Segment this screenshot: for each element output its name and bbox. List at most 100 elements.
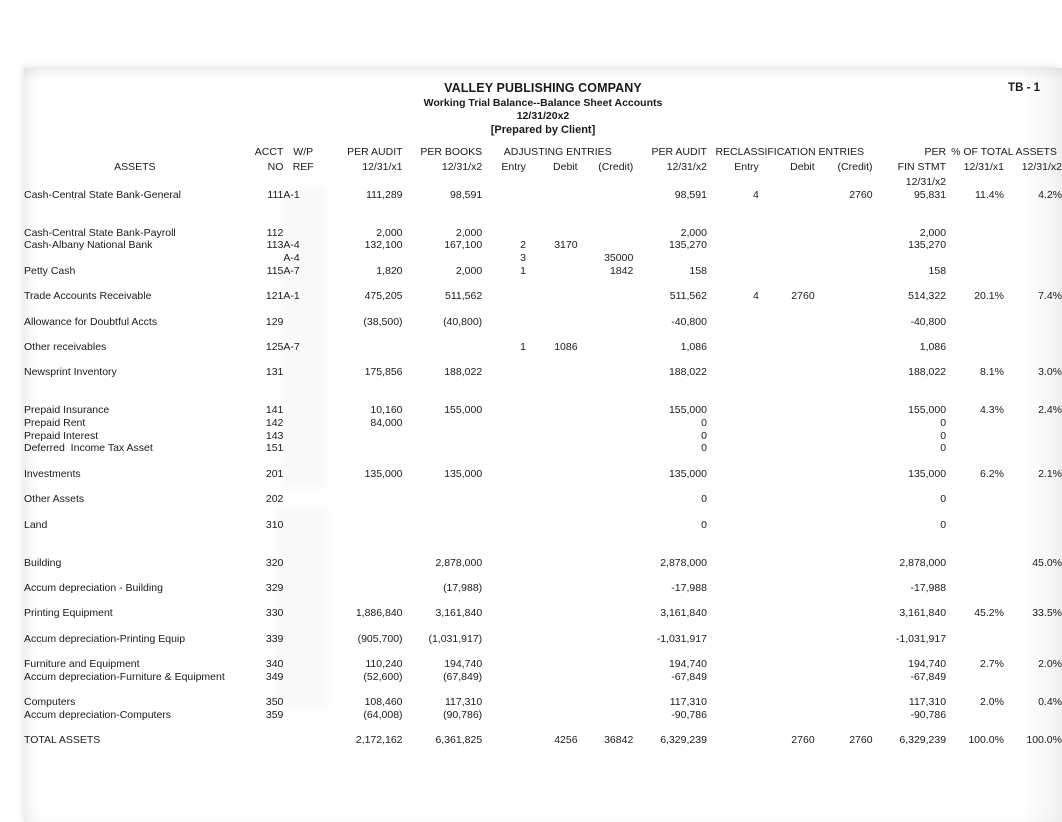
row-description: Building: [24, 556, 62, 569]
row-wp-ref: [283, 315, 323, 328]
row-per-audit-x2: 0: [701, 429, 707, 442]
company-name: VALLEY PUBLISHING COMPANY: [444, 81, 642, 95]
row-pct-x1: [946, 251, 1004, 264]
row-per-audit-x1: (52,600): [363, 670, 403, 683]
header-pct-x1: 12/31/x1: [963, 161, 1004, 173]
table-row: Accum depreciation-Printing Equip 339 (905…: [24, 632, 1062, 645]
row-per-audit-x2: [633, 251, 707, 264]
table-body: Cash-Central State Bank-General 111 A-1 111…: [24, 188, 1062, 747]
spacer-row: [24, 683, 1062, 696]
row-recl-credit: [815, 264, 873, 277]
row-recl-entry: [707, 315, 759, 328]
row-per-books-x2: [403, 518, 483, 531]
row-pct-x2: [1004, 239, 1062, 252]
row-account-no: 201: [265, 467, 284, 480]
row-recl-credit: [815, 442, 873, 455]
row-recl-entry: [707, 734, 759, 747]
row-pct-x2: 2.4%: [1038, 404, 1062, 417]
header-per-fin-stmt-line1: PER: [924, 146, 947, 158]
row-recl-entry: [707, 264, 759, 277]
row-account-no: 121: [265, 290, 284, 303]
row-adj-entry: [482, 696, 526, 709]
row-per-audit-x2: 155,000: [668, 404, 707, 417]
row-description: Allowance for Doubtful Accts: [24, 315, 158, 328]
row-adj-credit: [578, 290, 634, 303]
row-adj-entry: 1: [520, 264, 526, 277]
spacer-row: [24, 480, 1062, 493]
row-per-fin-stmt: 2,000: [919, 226, 947, 239]
row-per-fin-stmt: -40,800: [910, 315, 947, 328]
row-adj-entry: [482, 493, 526, 506]
row-adj-debit: 4256: [554, 734, 578, 747]
row-recl-debit: 2760: [791, 734, 815, 747]
row-adj-entry: [482, 416, 526, 429]
row-adj-debit: [526, 607, 578, 620]
row-adj-credit: [578, 708, 634, 721]
table-row: Deferred Income Tax Asset 151 0 0: [24, 442, 1062, 455]
row-per-fin-stmt: -1,031,917: [895, 632, 947, 645]
row-adj-debit: [526, 518, 578, 531]
row-pct-x1: [946, 416, 1004, 429]
row-per-audit-x2: 98,591: [674, 188, 707, 201]
row-account-no: 310: [265, 518, 284, 531]
row-account-no: 151: [265, 442, 284, 455]
row-per-audit-x1: [323, 442, 403, 455]
row-recl-debit: [759, 632, 815, 645]
row-wp-ref: A-7: [283, 340, 300, 353]
row-adj-credit: [578, 657, 634, 670]
row-account-no: 329: [265, 582, 284, 594]
row-recl-credit: [815, 657, 873, 670]
header-per-fin-stmt-line3: 12/31/x2: [905, 176, 947, 188]
row-wp-ref: [283, 226, 323, 239]
row-recl-credit: [815, 607, 873, 620]
row-description: Accum depreciation-Furniture & Equipment: [24, 670, 225, 683]
row-adj-entry: [482, 429, 526, 442]
row-adj-entry: [482, 556, 526, 569]
row-per-audit-x1: 84,000: [370, 417, 403, 430]
row-per-audit-x1: (905,700): [357, 632, 403, 645]
table-row: Allowance for Doubtful Accts 129 (38,500) (…: [24, 315, 1062, 328]
row-per-fin-stmt: 0: [940, 518, 947, 531]
header-per-books-x2-line1: PER BOOKS: [420, 146, 483, 158]
row-adj-debit: [526, 556, 578, 569]
row-per-audit-x1: [323, 340, 403, 353]
row-adj-credit: 35000: [604, 252, 634, 265]
spacer-row: [24, 391, 1062, 404]
header-row-extra: 12/31/x2: [24, 173, 1062, 188]
row-wp-ref: [283, 404, 323, 417]
row-pct-x1: 2.0%: [980, 696, 1004, 709]
row-per-fin-stmt: -67,849: [910, 670, 947, 683]
row-wp-ref: [283, 734, 323, 747]
row-wp-ref: [283, 493, 323, 506]
spacer-row: [24, 645, 1062, 658]
row-per-fin-stmt: 188,022: [908, 366, 947, 379]
row-per-audit-x2: 135,000: [668, 467, 707, 480]
row-adj-entry: [482, 404, 526, 417]
row-account-no: 113: [266, 239, 284, 252]
row-recl-entry: [707, 429, 759, 442]
row-recl-debit: [759, 657, 815, 670]
row-pct-x2: 3.0%: [1038, 366, 1062, 379]
row-adj-credit: [578, 366, 634, 379]
table-row: Other Assets 202 0 0: [24, 493, 1062, 506]
row-recl-debit: [759, 467, 815, 480]
row-adj-credit: [578, 429, 634, 442]
row-pct-x2: 0.4%: [1038, 696, 1062, 709]
row-per-books-x2: 117,310: [444, 696, 483, 709]
row-wp-ref: [283, 366, 323, 379]
row-account-no: 111: [267, 188, 284, 201]
row-account-no: 340: [265, 658, 284, 671]
row-adj-debit: [526, 404, 578, 417]
row-adj-entry: [482, 188, 526, 201]
row-description: Investments: [24, 467, 81, 480]
row-adj-entry: [482, 734, 526, 747]
row-per-books-x2: 188,022: [444, 366, 483, 379]
spacer-row: [24, 721, 1062, 734]
row-pct-x1: 6.2%: [980, 467, 1004, 480]
header-acct-no-line2: NO: [267, 161, 284, 173]
row-recl-credit: [815, 518, 873, 531]
row-account-no: 141: [265, 404, 284, 417]
row-pct-x1: 11.4%: [974, 188, 1004, 201]
spacer-row: [24, 505, 1062, 518]
row-recl-credit: 2760: [849, 188, 873, 201]
